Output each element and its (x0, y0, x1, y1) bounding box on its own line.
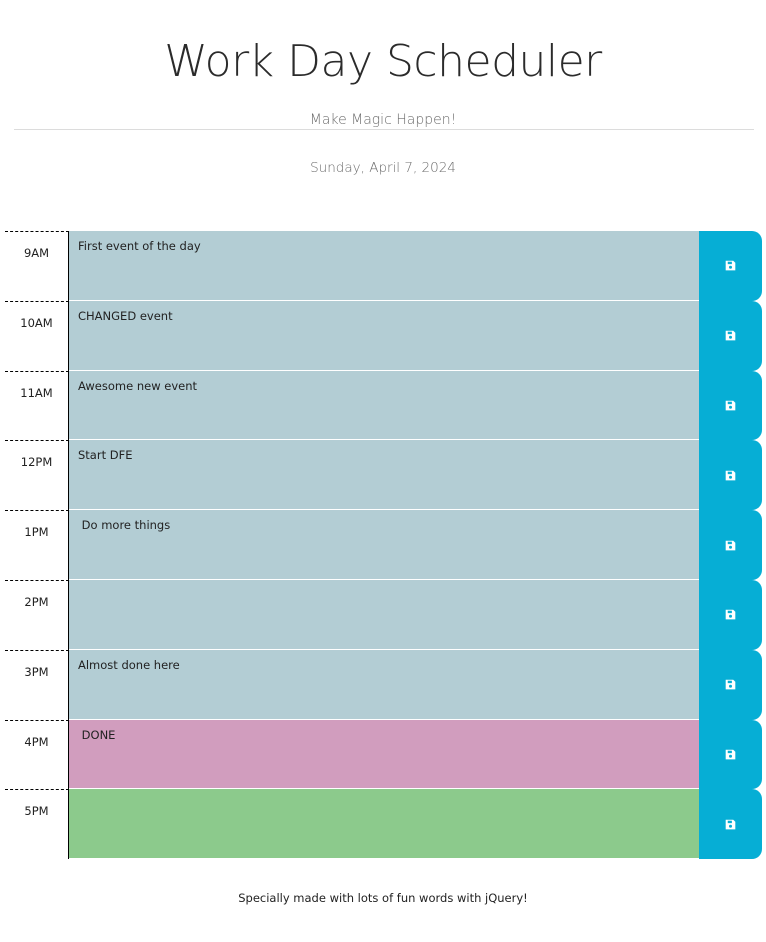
event-description-input[interactable]: Do more things (69, 510, 699, 580)
tagline: Make Magic Happen! (309, 112, 457, 128)
hour-label: 1PM (5, 510, 69, 580)
event-description-input[interactable]: First event of the day (69, 231, 699, 301)
event-description-input[interactable]: Almost done here (69, 649, 699, 720)
footer-text: Specially made with lots of fun words wi… (238, 891, 528, 905)
hour-label: 11AM (5, 370, 69, 441)
hour-label: 9AM (5, 231, 69, 301)
time-block-11am: 11AM Awesome new event (5, 370, 762, 441)
save-button[interactable] (699, 789, 762, 860)
hour-label: 12PM (5, 440, 69, 511)
save-button[interactable] (699, 510, 762, 580)
event-description-input[interactable] (69, 789, 699, 860)
floppy-disk-icon (725, 261, 736, 271)
time-block-3pm: 3PM Almost done here (5, 649, 762, 720)
floppy-disk-icon (725, 819, 736, 830)
save-button[interactable] (699, 370, 762, 441)
event-description-input[interactable]: CHANGED event (69, 300, 699, 371)
floppy-disk-icon (725, 330, 736, 341)
time-block-10am: 10AM CHANGED event (5, 300, 762, 371)
floppy-disk-icon (725, 540, 736, 550)
save-button[interactable] (699, 440, 762, 511)
event-description-input[interactable]: DONE (69, 719, 699, 790)
save-button[interactable] (699, 231, 762, 301)
event-description-input[interactable]: Start DFE (69, 440, 699, 511)
floppy-disk-icon (725, 470, 736, 481)
floppy-disk-icon (725, 749, 736, 760)
event-description-input[interactable]: Awesome new event (69, 370, 699, 441)
save-button[interactable] (699, 300, 762, 371)
hour-label: 3PM (5, 649, 69, 720)
time-block-1pm: 1PM Do more things (5, 510, 762, 580)
floppy-disk-icon (725, 679, 736, 690)
time-block-12pm: 12PM Start DFE (5, 440, 762, 511)
schedule: 9AM First event of the day 10AM CHANGED … (5, 231, 762, 860)
floppy-disk-icon (725, 610, 736, 620)
time-block-4pm: 4PM DONE (5, 719, 762, 790)
save-button[interactable] (699, 649, 762, 720)
page-title: Work Day Scheduler (164, 36, 602, 87)
hour-label: 10AM (5, 300, 69, 371)
save-button[interactable] (699, 719, 762, 790)
floppy-disk-icon (725, 400, 736, 411)
header-divider (14, 129, 754, 130)
time-block-5pm: 5PM (5, 789, 762, 860)
hour-label: 2PM (5, 579, 69, 650)
time-block-9am: 9AM First event of the day (5, 231, 762, 301)
save-button[interactable] (699, 579, 762, 650)
current-day: Sunday, April 7, 2024 (310, 159, 456, 176)
event-description-input[interactable] (69, 579, 699, 650)
hour-label: 5PM (5, 789, 69, 860)
hour-label: 4PM (5, 719, 69, 790)
time-block-2pm: 2PM (5, 579, 762, 650)
